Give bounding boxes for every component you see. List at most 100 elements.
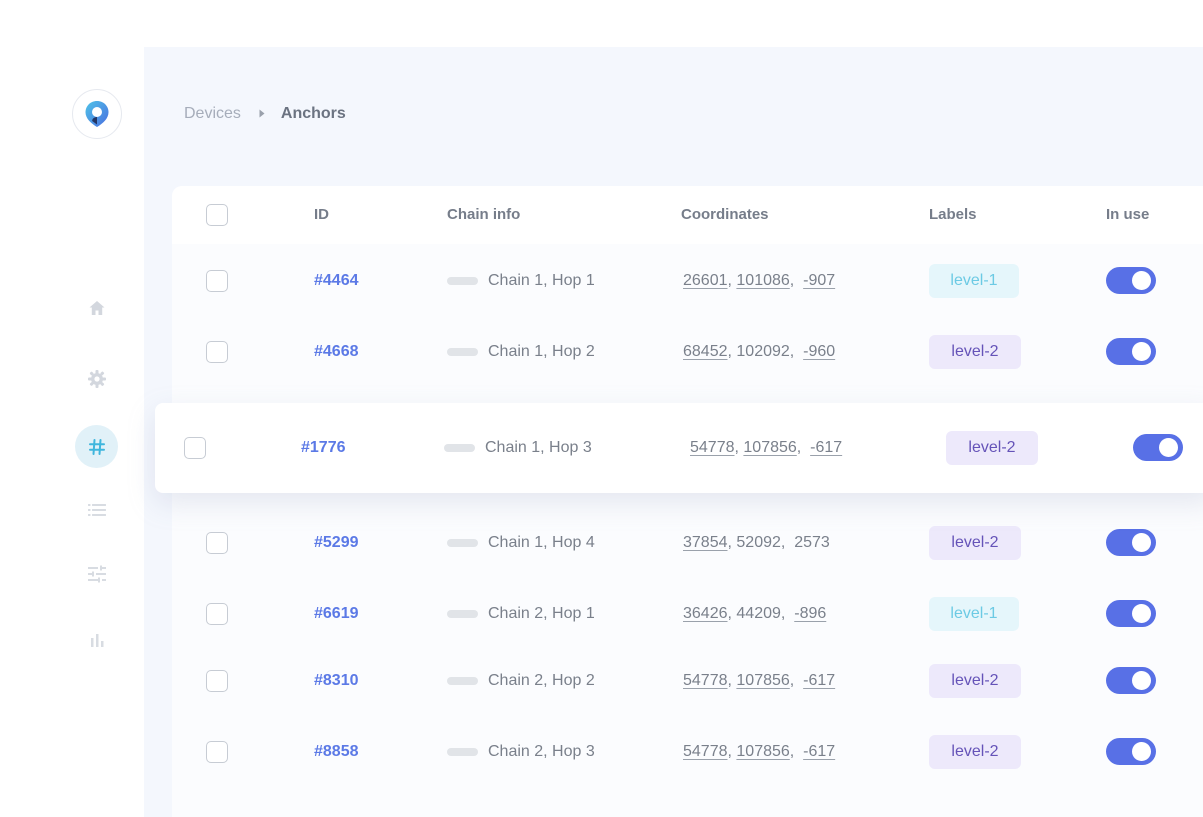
anchor-id-link[interactable]: #4464 [314, 272, 359, 290]
gear-icon [87, 369, 106, 388]
sliders-icon [87, 565, 106, 582]
row-checkbox[interactable] [206, 270, 228, 292]
coordinate-x[interactable]: 37854 [683, 534, 728, 551]
row-checkbox[interactable] [206, 603, 228, 625]
coordinate-y[interactable]: 107856 [736, 672, 789, 689]
row-checkbox[interactable] [206, 341, 228, 363]
toggle-knob [1132, 533, 1151, 552]
column-header-id[interactable]: ID [314, 206, 329, 223]
label-badge[interactable]: level-2 [946, 431, 1038, 465]
coordinate-z[interactable]: -617 [803, 743, 835, 760]
coordinate-z[interactable]: -907 [803, 272, 835, 289]
toggle-knob [1159, 438, 1178, 457]
chain-info-text: Chain 1, Hop 4 [488, 534, 595, 551]
nav-anchors[interactable] [75, 425, 118, 468]
coordinate-z[interactable]: -617 [803, 672, 835, 689]
chain-status-pill [447, 610, 478, 618]
in-use-toggle[interactable] [1106, 267, 1156, 294]
chain-info-text: Chain 2, Hop 2 [488, 672, 595, 689]
in-use-toggle[interactable] [1106, 338, 1156, 365]
row-checkbox[interactable] [206, 741, 228, 763]
in-use-toggle[interactable] [1106, 667, 1156, 694]
table-row[interactable]: #6619 Chain 2, Hop 1 36426, 44209, -896 lev… [172, 579, 1203, 650]
coordinate-z[interactable]: 2573 [794, 534, 830, 551]
select-all-checkbox[interactable] [206, 204, 228, 226]
column-header-in-use[interactable]: In use [1106, 206, 1149, 223]
row-checkbox[interactable] [206, 670, 228, 692]
anchor-id-link[interactable]: #8858 [314, 743, 359, 761]
nav-filters[interactable] [75, 552, 118, 595]
nav-settings[interactable] [75, 357, 118, 400]
toggle-knob [1132, 604, 1151, 623]
chain-status-pill [447, 277, 478, 285]
coordinate-y[interactable]: 107856 [743, 439, 796, 456]
coordinate-x[interactable]: 54778 [683, 672, 728, 689]
coordinate-x[interactable]: 36426 [683, 605, 728, 622]
hash-icon [88, 438, 105, 455]
column-header-coordinates[interactable]: Coordinates [681, 206, 769, 223]
label-badge[interactable]: level-2 [929, 735, 1021, 769]
toggle-knob [1132, 271, 1151, 290]
row-checkbox[interactable] [184, 437, 206, 459]
anchor-id-link[interactable]: #8310 [314, 672, 359, 690]
in-use-toggle[interactable] [1133, 434, 1183, 461]
table-row[interactable]: #5299 Chain 1, Hop 4 37854, 52092, 2573 lev… [172, 508, 1203, 579]
anchor-id-link[interactable]: #1776 [301, 439, 346, 457]
chain-status-pill [447, 748, 478, 756]
table-row[interactable]: #8858 Chain 2, Hop 3 54778, 107856, -617 le… [172, 717, 1203, 788]
bar-chart-icon [90, 633, 103, 647]
column-header-labels[interactable]: Labels [929, 206, 977, 223]
nav-list[interactable] [75, 488, 118, 531]
in-use-toggle[interactable] [1106, 600, 1156, 627]
table-row[interactable]: #4464 Chain 1, Hop 1 26601, 101086, -907 le… [172, 246, 1203, 317]
coordinate-z[interactable]: -960 [803, 343, 835, 360]
label-badge[interactable]: level-1 [929, 597, 1019, 631]
in-use-toggle[interactable] [1106, 529, 1156, 556]
location-pin-logo-icon [85, 101, 109, 127]
chain-status-pill [444, 444, 475, 452]
label-badge[interactable]: level-2 [929, 664, 1021, 698]
label-badge[interactable]: level-2 [929, 335, 1021, 369]
coordinates: 54778, 107856, -617 [683, 672, 836, 689]
coordinate-y[interactable]: 102092 [736, 343, 789, 360]
coordinates: 54778, 107856, -617 [690, 439, 843, 456]
label-badge[interactable]: level-1 [929, 264, 1019, 298]
toggle-knob [1132, 342, 1151, 361]
toggle-knob [1132, 671, 1151, 690]
breadcrumb: Devices Anchors [184, 105, 346, 123]
coordinate-z[interactable]: -896 [794, 605, 826, 622]
coordinate-z[interactable]: -617 [810, 439, 842, 456]
table-row[interactable]: #4668 Chain 1, Hop 2 68452, 102092, -960 le… [172, 317, 1203, 388]
coordinate-x[interactable]: 68452 [683, 343, 728, 360]
breadcrumb-devices[interactable]: Devices [184, 105, 241, 123]
coordinate-y[interactable]: 107856 [736, 743, 789, 760]
app-logo[interactable] [72, 89, 122, 139]
coordinates: 37854, 52092, 2573 [683, 534, 830, 551]
coordinates: 68452, 102092, -960 [683, 343, 836, 360]
coordinate-y[interactable]: 44209 [736, 605, 781, 622]
coordinate-y[interactable]: 52092 [736, 534, 781, 551]
coordinate-y[interactable]: 101086 [736, 272, 789, 289]
nav-analytics[interactable] [75, 618, 118, 661]
coordinate-x[interactable]: 54778 [683, 743, 728, 760]
table-row[interactable]: #8310 Chain 2, Hop 2 54778, 107856, -617 le… [172, 646, 1203, 717]
in-use-toggle[interactable] [1106, 738, 1156, 765]
anchor-id-link[interactable]: #5299 [314, 534, 359, 552]
anchor-id-link[interactable]: #6619 [314, 605, 359, 623]
table-row[interactable]: #1776 Chain 1, Hop 3 54778, 107856, -617 le… [155, 403, 1203, 493]
label-badge[interactable]: level-2 [929, 526, 1021, 560]
home-icon [89, 300, 104, 315]
anchors-table: ID Chain info Coordinates Labels In use … [172, 186, 1203, 817]
coordinate-x[interactable]: 26601 [683, 272, 728, 289]
sidebar [0, 0, 144, 817]
nav-home[interactable] [75, 286, 118, 329]
chevron-right-icon [259, 105, 265, 123]
row-checkbox[interactable] [206, 532, 228, 554]
coordinate-x[interactable]: 54778 [690, 439, 735, 456]
chain-status-pill [447, 539, 478, 547]
toggle-knob [1132, 742, 1151, 761]
anchor-id-link[interactable]: #4668 [314, 343, 359, 361]
chain-info-text: Chain 2, Hop 1 [488, 605, 595, 622]
column-header-chain-info[interactable]: Chain info [447, 206, 520, 223]
coordinates: 26601, 101086, -907 [683, 272, 836, 289]
